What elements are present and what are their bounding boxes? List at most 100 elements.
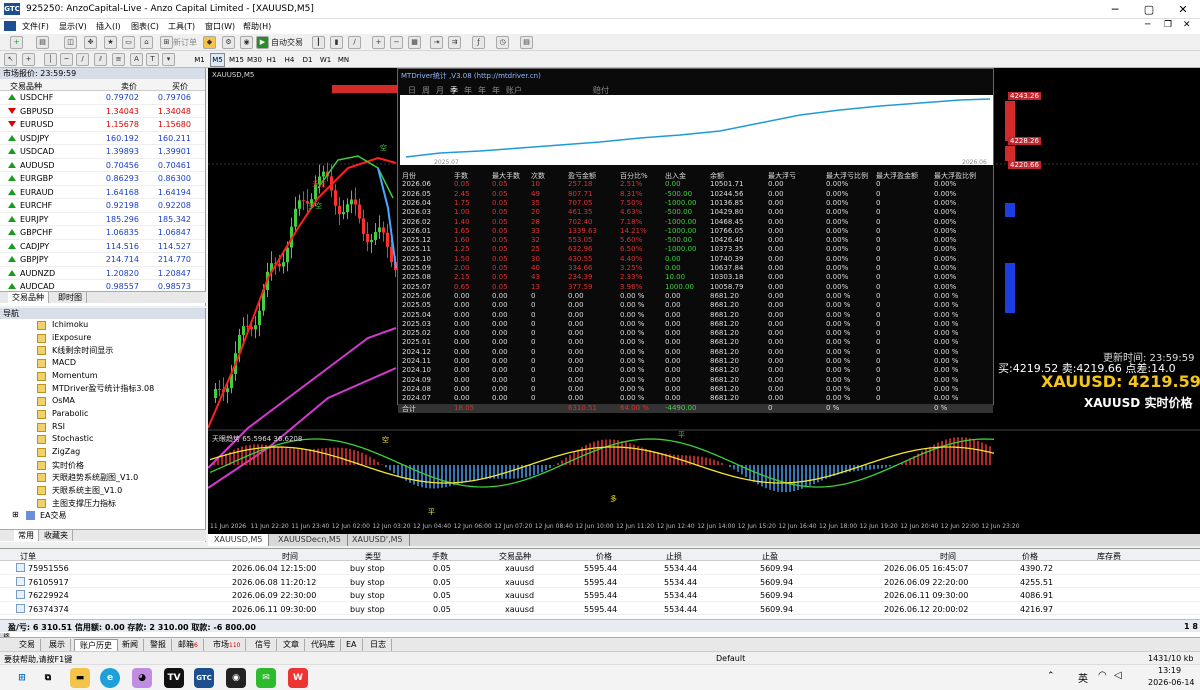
gtc-terminal-icon[interactable]: GTC [194, 668, 214, 688]
metaeditor-icon[interactable]: ◆ [203, 36, 216, 49]
navigator-indicator[interactable]: iExposure [0, 332, 205, 345]
child-restore-icon[interactable]: ❐ [1164, 20, 1172, 30]
market-row[interactable]: EURAUD 1.64168 1.64194 [0, 186, 205, 199]
indicators-icon[interactable]: ƒ [472, 36, 485, 49]
arrows-icon[interactable]: ▾ [162, 53, 175, 66]
tab-articles[interactable]: 文章 [278, 639, 305, 651]
menu-tools[interactable]: 工具(T) [168, 21, 195, 32]
signals-icon[interactable]: ◉ [240, 36, 253, 49]
tf-h4[interactable]: H4 [282, 53, 297, 67]
tab-account-history[interactable]: 账户历史 [74, 639, 118, 651]
child-close-icon[interactable]: ✕ [1183, 20, 1191, 30]
navigator-indicator[interactable]: 主图支撑压力指标 [0, 497, 205, 510]
history-row[interactable]: 76105917 2026.06.08 11:20:12 buy stop 0.05 x… [0, 575, 1200, 588]
file-explorer-icon[interactable]: ▬ [70, 668, 90, 688]
tab-exposure[interactable]: 展示 [44, 639, 71, 651]
horizontal-line-icon[interactable]: ─ [60, 53, 73, 66]
chart-tab-1[interactable]: XAUUSD,M5 [208, 534, 270, 546]
new-chart-icon[interactable]: + [10, 36, 23, 49]
tab-market[interactable]: 市场110 [208, 639, 247, 651]
periods-icon[interactable]: ◷ [496, 36, 509, 49]
auto-trade-icon[interactable]: ▶ [256, 36, 269, 49]
navigator-indicator[interactable]: OsMA [0, 395, 205, 408]
navigator-icon[interactable]: ★ [104, 36, 117, 49]
terminal-icon[interactable]: ▭ [122, 36, 135, 49]
candle-chart-icon[interactable]: ▮ [330, 36, 343, 49]
tf-w1[interactable]: W1 [318, 53, 333, 67]
tester-icon[interactable]: ⌂ [140, 36, 153, 49]
autoscroll-icon[interactable]: ⇉ [448, 36, 461, 49]
history-row[interactable]: 76229924 2026.06.09 22:30:00 buy stop 0.05 x… [0, 588, 1200, 602]
tab-trade[interactable]: 交易 [14, 639, 41, 651]
market-row[interactable]: EURCHF 0.92198 0.92208 [0, 199, 205, 213]
new-order-icon[interactable]: ⊞ [160, 36, 173, 49]
tradingview-icon[interactable]: TV [164, 668, 184, 688]
tf-d1[interactable]: D1 [300, 53, 315, 67]
tab-favorites[interactable]: 收藏夹 [40, 530, 73, 541]
new-order-button[interactable]: 新订单 [173, 37, 197, 48]
maximize-icon[interactable]: ▢ [1132, 0, 1166, 19]
market-row[interactable]: USDCAD 1.39893 1.39901 [0, 145, 205, 159]
tab-symbols[interactable]: 交易品种 [8, 292, 49, 303]
close-icon[interactable]: ✕ [1166, 0, 1200, 19]
zoom-out-icon[interactable]: − [390, 36, 403, 49]
input-language[interactable]: 英 [1078, 670, 1088, 685]
market-row[interactable]: USDCHF 0.79702 0.79706 [0, 91, 205, 105]
auto-trade-button[interactable]: 自动交易 [271, 37, 303, 48]
windows-start-icon[interactable]: ⊞ [12, 668, 32, 688]
tab-codebase[interactable]: 代码库 [306, 639, 341, 651]
tf-m1[interactable]: M1 [192, 53, 207, 67]
chart-tab-2[interactable]: XAUUSDecn,M5 [272, 534, 348, 546]
market-row[interactable]: EURJPY 185.296 185.342 [0, 213, 205, 226]
tab-tick-chart[interactable]: 即时图 [54, 292, 87, 303]
app-icon[interactable]: ◕ [132, 668, 152, 688]
text-icon[interactable]: A [130, 53, 143, 66]
tab-journal[interactable]: 日志 [365, 639, 392, 651]
tab-mailbox[interactable]: 邮箱6 [173, 639, 204, 651]
menu-insert[interactable]: 插入(I) [96, 21, 121, 32]
tab-common[interactable]: 常用 [14, 530, 39, 541]
vertical-line-icon[interactable]: │ [44, 53, 57, 66]
tf-mn[interactable]: MN [336, 53, 351, 67]
navigator-indicator[interactable]: K线剩余时间显示 [0, 344, 205, 357]
menu-window[interactable]: 窗口(W) [205, 21, 235, 32]
market-row[interactable]: CADJPY 114.516 114.527 [0, 240, 205, 253]
market-row[interactable]: GBPCHF 1.06835 1.06847 [0, 226, 205, 240]
tf-m5[interactable]: M5 [210, 53, 225, 67]
chart-shift-icon[interactable]: ⇥ [430, 36, 443, 49]
label-icon[interactable]: T [146, 53, 159, 66]
bar-chart-icon[interactable]: ┃ [312, 36, 325, 49]
fibo-icon[interactable]: ≡ [112, 53, 125, 66]
market-row[interactable]: EURUSD 1.15678 1.15680 [0, 118, 205, 132]
tf-m30[interactable]: M30 [246, 53, 262, 67]
market-row[interactable]: USDJPY 160.192 160.211 [0, 132, 205, 145]
navigator-indicator[interactable]: Ichimoku [0, 319, 205, 332]
wifi-icon[interactable]: ◠ [1098, 670, 1107, 681]
line-chart-icon[interactable]: ∕ [348, 36, 361, 49]
wps-icon[interactable]: W [288, 668, 308, 688]
navigator-indicator[interactable]: Momentum [0, 370, 205, 383]
qq-icon[interactable]: ◉ [226, 668, 246, 688]
mtdriver-stats-window[interactable]: MTDriver统计 ,V3.08 (http://mtdriver.cn) 日… [397, 68, 994, 413]
history-row[interactable]: 76374374 2026.06.11 09:30:00 buy stop 0.05 x… [0, 602, 1200, 615]
profiles-icon[interactable]: ▤ [36, 36, 49, 49]
task-view-icon[interactable]: ⧉ [38, 668, 58, 688]
market-row[interactable]: GBPJPY 214.714 214.770 [0, 253, 205, 267]
navigator-indicator[interactable]: MACD [0, 357, 205, 370]
expand-icon[interactable]: ⊞ [12, 510, 19, 519]
chart-tab-3[interactable]: XAUUSD',M5 [346, 534, 410, 546]
tab-news[interactable]: 新闻 [117, 639, 144, 651]
navigator-indicator[interactable]: Stochastic [0, 433, 205, 446]
tile-windows-icon[interactable]: ▦ [408, 36, 421, 49]
templates-icon[interactable]: ▤ [520, 36, 533, 49]
trendline-icon[interactable]: / [76, 53, 89, 66]
navigator-indicator[interactable]: MTDriver盈亏统计指标3.08 [0, 382, 205, 395]
child-minimize-icon[interactable]: ─ [1145, 20, 1150, 30]
menu-view[interactable]: 显示(V) [59, 21, 87, 32]
volume-icon[interactable]: ◁ [1114, 670, 1122, 681]
market-row[interactable]: EURGBP 0.86293 0.86300 [0, 172, 205, 186]
navigator-indicator[interactable]: 天眼系统主图_V1.0 [0, 484, 205, 497]
history-row[interactable]: 75951556 2026.06.04 12:15:00 buy stop 0.05 x… [0, 561, 1200, 575]
options-icon[interactable]: ⚙ [222, 36, 235, 49]
market-watch-icon[interactable]: ◫ [64, 36, 77, 49]
